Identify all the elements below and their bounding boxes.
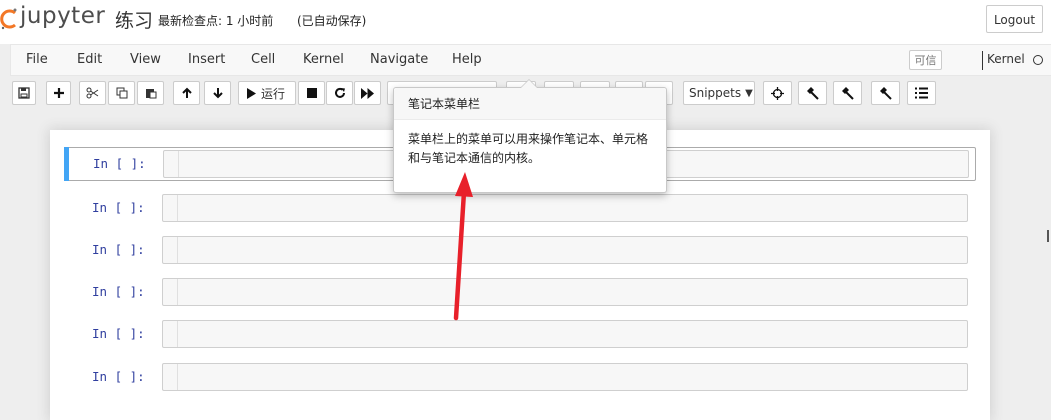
annotation-arrow-icon xyxy=(453,172,473,321)
